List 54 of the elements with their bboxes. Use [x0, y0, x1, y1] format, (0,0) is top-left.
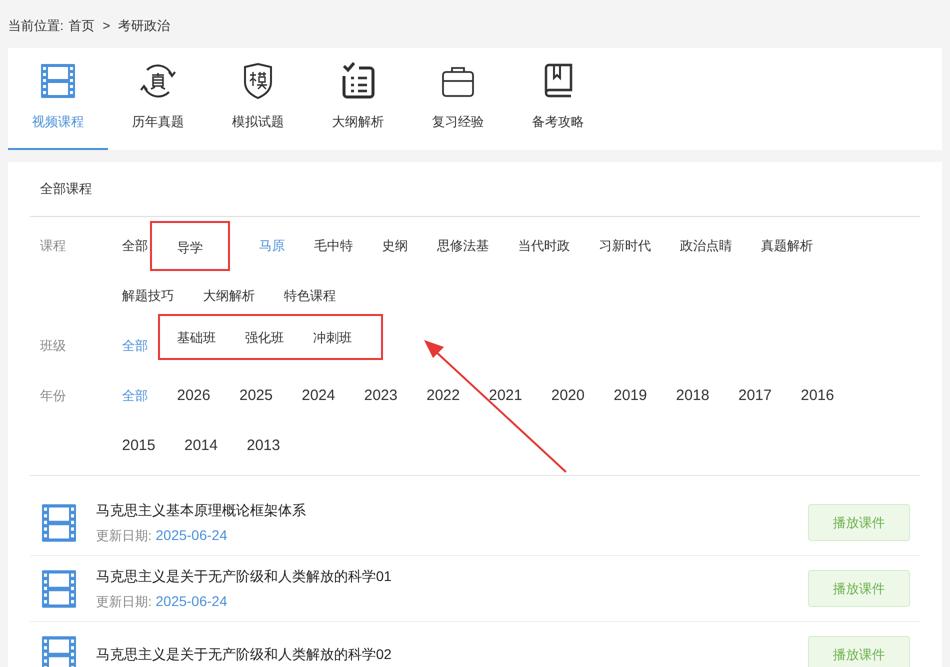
update-date: 2025-06-24 — [156, 592, 228, 610]
breadcrumb-label: 当前位置: — [8, 16, 64, 35]
filter-option[interactable]: 2020 — [551, 371, 585, 421]
filter-option[interactable]: 2017 — [738, 371, 772, 421]
category-tab[interactable]: 备考攻略 — [508, 48, 608, 150]
date-label: 更新日期: — [96, 526, 152, 544]
filter-option[interactable]: 2026 — [177, 371, 210, 421]
cycle-badge-icon — [139, 62, 177, 100]
filter-option[interactable]: 特色课程 — [284, 271, 336, 321]
filter-option[interactable]: 基础班 — [177, 328, 216, 348]
filter-option[interactable]: 2024 — [302, 371, 336, 421]
filter-option[interactable]: 2015 — [122, 421, 156, 471]
update-date: 2025-06-24 — [156, 526, 228, 544]
course-title[interactable]: 马克思主义是关于无产阶级和人类解放的科学02 — [96, 644, 808, 665]
filter-label: 课程 — [39, 237, 67, 255]
filter-option[interactable]: 2014 — [184, 421, 218, 471]
category-tab[interactable]: 复习经验 — [408, 48, 508, 150]
film-icon — [40, 502, 78, 544]
filter-option[interactable]: 解题技巧 — [122, 271, 174, 321]
filter-option[interactable]: 2019 — [614, 371, 647, 421]
course-title[interactable]: 马克思主义基本原理概论框架体系 — [96, 500, 808, 520]
category-tab[interactable]: 历年真题 — [108, 48, 208, 150]
date-label: 更新日期: — [96, 592, 152, 610]
filter-option[interactable]: 2025 — [239, 371, 273, 421]
filter-option[interactable]: 冲刺班 — [313, 328, 352, 348]
category-tab[interactable]: 模拟试题 — [208, 48, 308, 150]
film-icon — [39, 62, 77, 100]
filter-option[interactable]: 强化班 — [245, 328, 284, 348]
filter-option[interactable]: 导学 — [150, 221, 230, 271]
filter-option[interactable]: 2013 — [246, 421, 280, 471]
breadcrumb-separator: > — [102, 16, 112, 35]
filter-option[interactable]: 史纲 — [382, 221, 408, 271]
filter-option[interactable]: 思修法基 — [437, 221, 489, 271]
filter-option[interactable]: 2022 — [426, 371, 460, 421]
filter-option[interactable]: 真题解析 — [761, 221, 813, 271]
breadcrumb-link[interactable]: 考研政治 — [118, 16, 170, 36]
filter-option[interactable]: 大纲解析 — [203, 271, 255, 321]
filter-label: 年份 — [39, 387, 67, 405]
filter-label: 班级 — [39, 337, 67, 355]
category-tab[interactable]: 大纲解析 — [308, 48, 408, 150]
breadcrumb-link[interactable]: 首页 — [68, 16, 95, 36]
film-icon — [40, 568, 78, 610]
filter-option[interactable]: 2023 — [364, 371, 398, 421]
filter-option[interactable]: 政治点睛 — [680, 221, 732, 271]
panel-title: 全部课程 — [40, 180, 92, 198]
filter-option[interactable]: 2021 — [488, 371, 522, 421]
course-title[interactable]: 马克思主义是关于无产阶级和人类解放的科学01 — [96, 566, 808, 586]
filter-option[interactable]: 毛中特 — [314, 221, 353, 271]
filter-option[interactable]: 2016 — [800, 371, 834, 421]
shield-icon — [241, 62, 275, 100]
filter-option[interactable]: 当代时政 — [518, 221, 570, 271]
filter-option[interactable]: 全部 — [122, 221, 148, 271]
filter-option[interactable]: 2018 — [676, 371, 710, 421]
filter-option[interactable]: 习新时代 — [599, 221, 651, 271]
